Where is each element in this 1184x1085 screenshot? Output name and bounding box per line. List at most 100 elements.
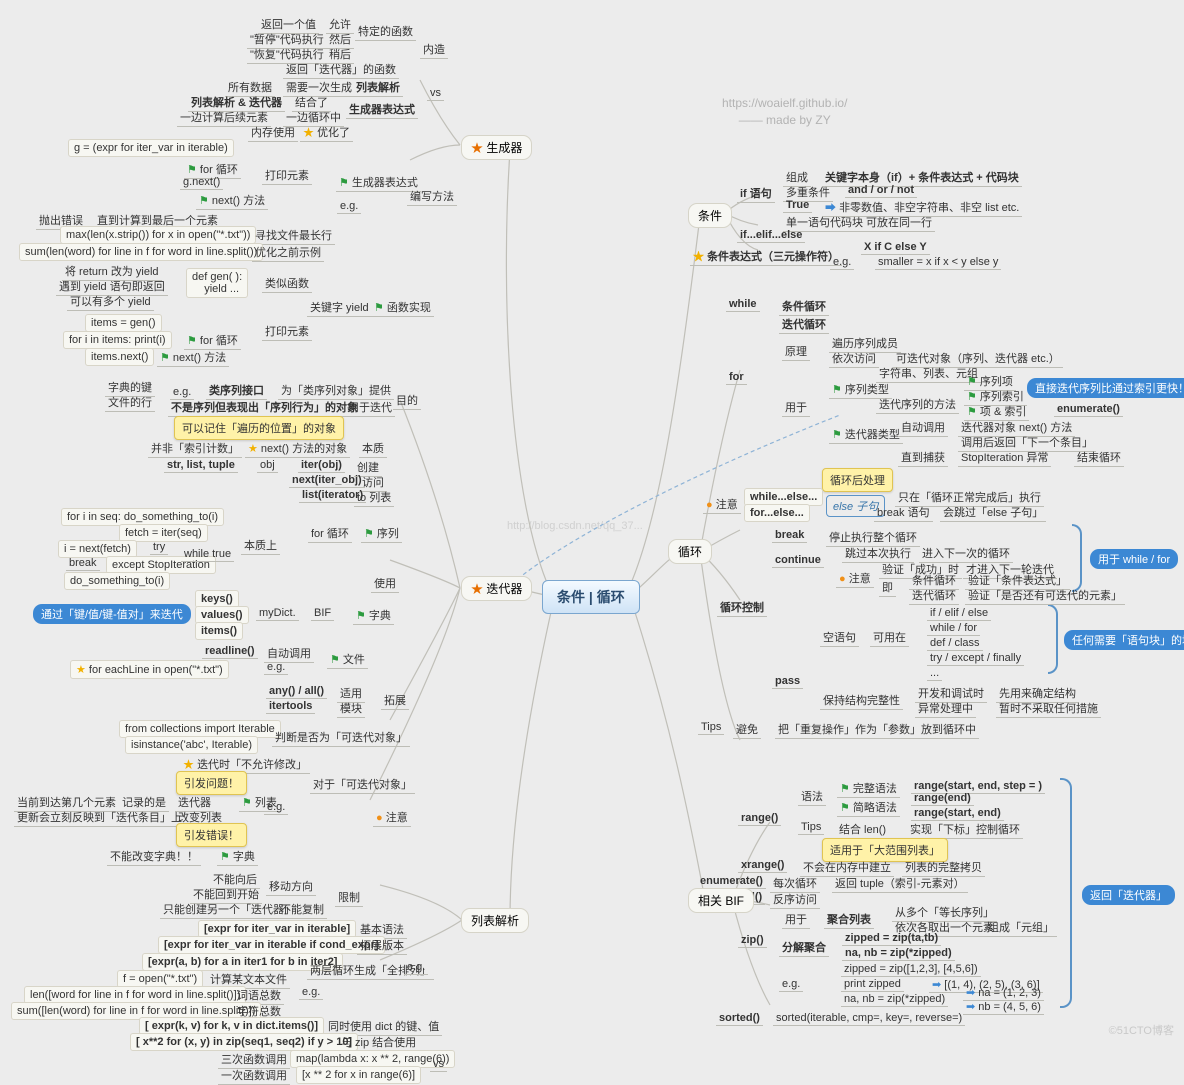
n: 一次函数调用: [218, 1066, 290, 1085]
bubble-dict-iter: 通过「键/值/键-值对」来迭代: [33, 604, 191, 624]
n: vs: [427, 86, 444, 101]
n: 判断是否为「可迭代对象」: [272, 728, 410, 747]
n: for...else...: [744, 504, 810, 522]
n: max(len(x.strip()) for x in open("*.txt"…: [60, 226, 256, 244]
n: 可放在同一行: [863, 213, 935, 232]
hub-generator[interactable]: 生成器: [461, 135, 532, 160]
n: e.g.: [264, 800, 288, 815]
n: BIF: [311, 606, 334, 621]
hub-iterator[interactable]: 迭代器: [461, 576, 532, 601]
brace-pass: 任何需要「语句块」的地方: [1064, 630, 1184, 650]
n: zipped = zip([1,2,3], [4,5,6]): [841, 962, 981, 977]
n: xrange(): [738, 858, 787, 873]
n: 条件表达式（三元操作符）: [690, 247, 842, 266]
n: [ x**2 for (x, y) in zip(seq1, seq2) if …: [130, 1033, 358, 1051]
n: 不能改变字典！！: [107, 847, 201, 866]
n: itertools: [266, 699, 315, 714]
n: 列表解析: [353, 78, 403, 97]
n: 返回 tuple（索引-元素对）: [832, 874, 968, 893]
n: enumerate(): [1054, 402, 1123, 417]
n: def / class: [927, 636, 983, 651]
n: 迭代循环: [779, 315, 829, 334]
n: to 列表: [354, 488, 394, 507]
n: 模块: [337, 699, 365, 718]
n: 对于「可迭代对象」: [310, 775, 415, 794]
n: 优化之前示例: [252, 243, 324, 262]
n: 用于迭代: [345, 398, 395, 417]
n: smaller = x if x < y else y: [875, 255, 1001, 270]
callout-remember: 可以记住「遍历的位置」的对象: [174, 416, 344, 440]
n: 注意: [836, 569, 874, 588]
n: 结束循环: [1074, 448, 1124, 467]
n: for 循环: [308, 524, 352, 543]
n: 限制: [335, 888, 363, 907]
n: Tips: [698, 720, 724, 735]
n: sum(len(word) for line in f for word in …: [19, 243, 263, 261]
n: do_something_to(i): [64, 572, 170, 590]
n: 空语句: [820, 628, 859, 647]
n: 打印元素: [262, 322, 312, 341]
n: 返回「迭代器」的函数: [283, 60, 399, 79]
hub-loop[interactable]: 循环: [668, 539, 712, 564]
n: 保持结构完整性: [820, 691, 903, 710]
n: if...elif...else: [737, 228, 805, 243]
n: 拓展版本: [357, 936, 407, 955]
n: 拓展: [381, 691, 409, 710]
n: 注意: [703, 495, 741, 514]
n: for: [726, 370, 747, 385]
n: e.g.: [830, 255, 854, 270]
n: StopIteration 异常: [958, 448, 1051, 467]
n: range(start, end): [911, 806, 1004, 821]
n: e.g.: [404, 960, 428, 975]
n: str, list, tuple: [164, 458, 238, 473]
n: next() 方法的对象: [245, 439, 350, 458]
n: break 语句: [874, 503, 933, 522]
n: 并非「索引计数」: [148, 439, 242, 458]
watermark: ©51CTO博客: [1109, 1022, 1174, 1038]
meta-by: —— made by ZY: [739, 113, 831, 127]
meta-url: https://woaielf.github.io/: [722, 96, 847, 110]
n: 序列: [361, 524, 402, 543]
n: try: [150, 540, 168, 555]
n: 完整语法: [837, 779, 900, 798]
n: 文件的行: [105, 393, 155, 412]
n: 内存使用: [248, 123, 298, 142]
n: items.next(): [85, 348, 154, 366]
hub-bif[interactable]: 相关 BIF: [688, 888, 754, 913]
brace-whilefor: 用于 while / for: [1090, 549, 1178, 569]
n: 把「重复操作」作为「参数」放到循环中: [775, 720, 979, 739]
n: 原理: [782, 342, 810, 361]
n: 生成器表达式: [346, 100, 418, 119]
n: 更新会立刻反映到「迭代条目」上: [14, 808, 185, 827]
root-node[interactable]: 条件 | 循环: [542, 580, 640, 614]
n: [expr for iter_var in iterable if cond_e…: [158, 936, 385, 954]
n: any() / all(): [266, 684, 327, 699]
n: g = (expr for iter_var in iterable): [68, 139, 234, 157]
watermark-url: http://blog.csdn.net/qq_37...: [507, 520, 643, 532]
n: g.next(): [180, 175, 223, 190]
n: enumerate(): [697, 874, 766, 889]
n: 会跳过「else 子句」: [940, 503, 1046, 522]
n: 语法: [798, 787, 826, 806]
n: 迭代循环: [909, 586, 959, 605]
n: and / or / not: [845, 183, 917, 198]
n: for eachLine in open("*.txt"): [70, 660, 229, 679]
n: zipped = zip(ta,tb): [842, 931, 941, 946]
n: [x ** 2 for x in range(6)]: [296, 1066, 421, 1084]
n: ...: [927, 666, 942, 681]
n: X if C else Y: [861, 240, 930, 255]
n: next() 方法: [157, 348, 229, 367]
callout-post: 循环后处理: [822, 468, 893, 492]
n: 自动调用: [898, 418, 948, 437]
n: e.g.: [337, 199, 361, 214]
n: iter(obj): [298, 458, 345, 473]
n: 编写方法: [407, 187, 457, 206]
n: myDict.: [256, 606, 299, 621]
n: if / elif / else: [927, 606, 991, 621]
n: 分解聚合: [779, 938, 829, 957]
n: 迭代序列的方法: [876, 395, 959, 414]
n: 反序访问: [770, 890, 820, 909]
n: 聚合列表: [824, 910, 874, 929]
hub-cond[interactable]: 条件: [688, 203, 732, 228]
hub-list-comp[interactable]: 列表解析: [461, 908, 529, 933]
